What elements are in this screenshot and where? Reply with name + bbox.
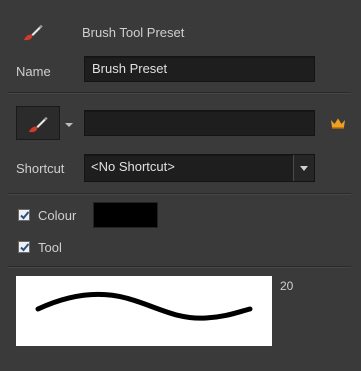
shortcut-value: <No Shortcut> (91, 159, 175, 174)
crown-icon[interactable] (330, 117, 346, 129)
brush-stroke-preview (16, 276, 272, 346)
divider (8, 92, 351, 94)
divider (8, 266, 351, 268)
caret-down-icon[interactable] (64, 118, 74, 127)
brush-size-value: 20 (280, 279, 294, 293)
page-title: Brush Tool Preset (82, 25, 185, 40)
caret-down-icon[interactable] (293, 155, 314, 181)
name-label: Name (16, 64, 51, 79)
tool-select-button[interactable] (16, 106, 60, 140)
brush-icon (26, 112, 50, 136)
colour-label: Colour (38, 208, 77, 223)
colour-checkbox[interactable] (18, 209, 30, 221)
brush-tool-preset-panel: Brush Tool Preset Name Brush Preset Shor… (4, 4, 355, 366)
tool-checkbox[interactable] (18, 241, 30, 253)
shortcut-label: Shortcut (16, 161, 65, 176)
brush-icon (21, 20, 45, 44)
colour-swatch[interactable] (93, 202, 158, 228)
shortcut-select[interactable]: <No Shortcut> (84, 154, 315, 182)
name-field[interactable]: Brush Preset (84, 56, 315, 82)
divider (8, 193, 351, 195)
tool-preset-field[interactable] (84, 110, 315, 136)
tool-label: Tool (38, 240, 62, 255)
